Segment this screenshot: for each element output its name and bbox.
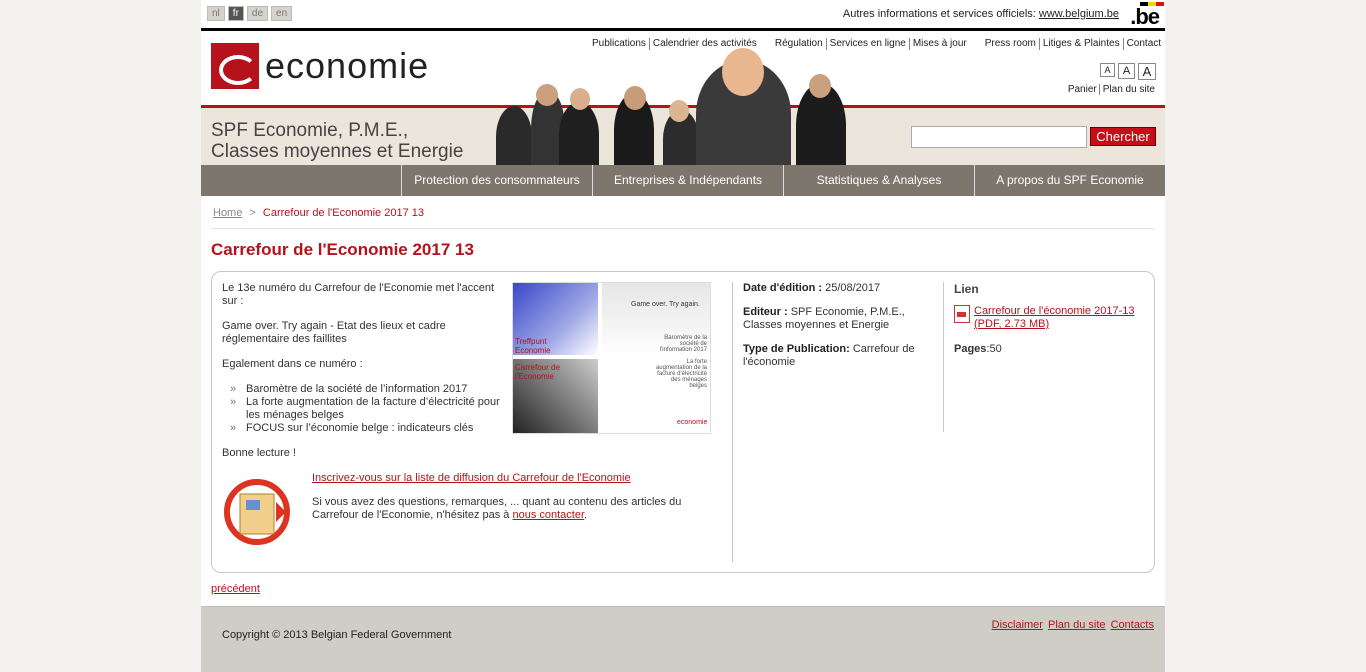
contact-link[interactable]: nous contacter — [512, 509, 584, 521]
column-divider — [732, 282, 733, 562]
questions-text: Si vous avez des questions, remarques, .… — [312, 496, 682, 521]
newsletter-icon — [224, 479, 290, 545]
disclaimer-link[interactable]: Disclaimer — [992, 619, 1043, 631]
link-section: Lien Carrefour de l'économie 2017-13 (PD… — [954, 282, 1144, 355]
header: economie Publications Calendrier des act… — [201, 31, 1165, 168]
nav-consumer-protection[interactable]: Protection des consommateurs — [401, 165, 592, 196]
breadcrumb-current: Carrefour de l'Economie 2017 13 — [262, 207, 424, 219]
search-button[interactable]: Chercher — [1090, 127, 1156, 146]
page: nl fr de en Autres informations et servi… — [201, 0, 1165, 672]
nav-businesses[interactable]: Entreprises & Indépendants — [592, 165, 783, 196]
pdf-download-link[interactable]: Carrefour de l'économie 2017-13 (PDF, 2.… — [974, 305, 1144, 331]
pdf-download: Carrefour de l'économie 2017-13 (PDF, 2.… — [954, 305, 1144, 331]
language-switcher: nl fr de en — [207, 6, 293, 21]
logo-text: economie — [265, 45, 430, 86]
banner-people-image — [496, 48, 881, 168]
editor: Editeur : SPF Economie, P.M.E., Classes … — [743, 306, 905, 331]
pdf-icon — [954, 305, 970, 323]
subscribe-link[interactable]: Inscrivez-vous sur la liste de diffusion… — [312, 472, 631, 484]
publication-type: Type de Publication: Carrefour de l'écon… — [743, 343, 915, 368]
topnav-updates[interactable]: Mises à jour — [910, 38, 970, 50]
focus-text: Game over. Try again - Etat des lieux et… — [222, 320, 446, 345]
pages-info: Pages:50 — [954, 343, 1002, 355]
breadcrumb-home[interactable]: Home — [213, 207, 242, 219]
font-large-button[interactable]: A — [1138, 63, 1156, 80]
lang-de[interactable]: de — [246, 6, 269, 21]
page-title: Carrefour de l'Economie 2017 13 — [211, 240, 474, 259]
footer-links: Disclaimer Plan du site Contacts — [990, 619, 1154, 631]
banner: SPF Economie, P.M.E., Classes moyennes e… — [201, 48, 1165, 168]
closing-text: Bonne lecture ! — [222, 447, 296, 459]
footer: Copyright © 2013 Belgian Federal Governm… — [201, 606, 1165, 672]
topnav-press-room[interactable]: Press room — [982, 38, 1040, 50]
economie-logo[interactable]: economie — [211, 43, 429, 89]
spf-title-line1: SPF Economie, P.M.E., — [211, 120, 409, 141]
cart-link[interactable]: Panier — [1068, 84, 1097, 95]
list-item: FOCUS sur l’économie belge : indicateurs… — [222, 422, 502, 435]
font-small-button[interactable]: A — [1100, 63, 1115, 77]
link-heading: Lien — [954, 282, 979, 296]
economie-logo-icon — [211, 43, 259, 89]
search-input[interactable] — [911, 126, 1087, 148]
main-nav: Protection des consommateurs Entreprises… — [201, 165, 1165, 196]
description: Le 13e numéro du Carrefour de l'Economie… — [222, 282, 502, 472]
topics-list: Baromètre de la société de l’information… — [222, 383, 502, 435]
font-size-controls: A A A — [1100, 63, 1156, 80]
belgium-link[interactable]: www.belgium.be — [1039, 8, 1119, 20]
spf-title-line2: Classes moyennes et Energie — [211, 141, 464, 162]
breadcrumb: Home > Carrefour de l'Economie 2017 13 — [213, 207, 424, 219]
be-flag-icon — [1140, 2, 1165, 6]
lang-en[interactable]: en — [271, 6, 293, 21]
lang-nl[interactable]: nl — [207, 6, 225, 21]
copyright: Copyright © 2013 Belgian Federal Governm… — [222, 629, 452, 641]
intro-text: Le 13e numéro du Carrefour de l'Economie… — [222, 282, 495, 307]
lang-fr[interactable]: fr — [227, 6, 244, 21]
footer-sitemap-link[interactable]: Plan du site — [1048, 619, 1105, 631]
spf-title: SPF Economie, P.M.E., Classes moyennes e… — [211, 120, 463, 162]
font-medium-button[interactable]: A — [1118, 63, 1135, 79]
official-text: Autres informations et services officiel… — [842, 8, 1036, 20]
utility-links: Panier Plan du site — [1068, 84, 1155, 95]
list-item: La forte augmentation de la facture d’él… — [222, 396, 502, 422]
topnav-contact[interactable]: Contact — [1124, 38, 1164, 50]
also-text: Egalement dans ce numéro : — [222, 358, 363, 370]
breadcrumb-separator: > — [249, 207, 256, 219]
list-item: Baromètre de la société de l’information… — [222, 383, 502, 396]
be-logo[interactable]: .be — [1130, 2, 1165, 30]
magazine-cover-image[interactable]: Game over. Try again. Treffpunt Economie… — [512, 282, 711, 434]
sitemap-link[interactable]: Plan du site — [1098, 84, 1155, 95]
divider — [211, 228, 1155, 229]
nav-statistics[interactable]: Statistiques & Analyses — [783, 165, 974, 196]
previous-link[interactable]: précédent — [211, 583, 260, 595]
topnav-complaints[interactable]: Litiges & Plaintes — [1040, 38, 1124, 50]
footer-contacts-link[interactable]: Contacts — [1111, 619, 1154, 631]
nav-about[interactable]: A propos du SPF Economie — [974, 165, 1165, 196]
publication-meta: Date d'édition : 25/08/2017 Editeur : SP… — [743, 282, 928, 380]
top-bar: nl fr de en Autres informations et servi… — [201, 0, 1165, 31]
content-box: Le 13e numéro du Carrefour de l'Economie… — [211, 271, 1155, 573]
official-info: Autres informations et services officiel… — [843, 8, 1119, 20]
edition-date: Date d'édition : 25/08/2017 — [743, 282, 881, 294]
column-divider — [943, 282, 944, 432]
